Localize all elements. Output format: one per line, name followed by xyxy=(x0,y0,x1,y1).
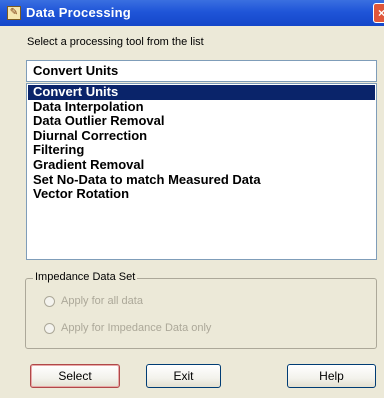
radio-label: Apply for all data xyxy=(61,295,143,307)
groupbox-legend: Impedance Data Set xyxy=(33,271,138,283)
list-item[interactable]: Convert Units xyxy=(28,84,375,100)
title-bar: ✎ Data Processing × xyxy=(0,0,384,26)
list-item[interactable]: Vector Rotation xyxy=(28,187,375,202)
list-item[interactable]: Set No-Data to match Measured Data xyxy=(28,172,375,188)
help-button[interactable]: Help xyxy=(287,364,376,388)
radio-apply-all[interactable]: Apply for all data xyxy=(44,295,143,307)
instruction-label: Select a processing tool from the list xyxy=(27,36,204,48)
radio-button-icon[interactable] xyxy=(44,295,55,307)
list-item[interactable]: Data Outlier Removal xyxy=(28,114,375,129)
select-button[interactable]: Select xyxy=(30,364,120,388)
radio-apply-impedance[interactable]: Apply for Impedance Data only xyxy=(44,322,211,334)
radio-button-icon[interactable] xyxy=(44,322,55,334)
close-button[interactable]: × xyxy=(373,3,384,23)
list-item[interactable]: Diurnal Correction xyxy=(28,128,375,144)
radio-label: Apply for Impedance Data only xyxy=(61,322,212,334)
window-title: Data Processing xyxy=(26,5,131,20)
selected-tool-field: Convert Units xyxy=(26,60,377,82)
list-item[interactable]: Filtering xyxy=(28,143,375,158)
exit-button[interactable]: Exit xyxy=(146,364,221,388)
list-item[interactable]: Data Interpolation xyxy=(28,99,375,115)
app-icon: ✎ xyxy=(7,6,21,20)
list-item[interactable]: Gradient Removal xyxy=(28,157,375,173)
tool-listbox[interactable]: Convert Units Data Interpolation Data Ou… xyxy=(26,83,377,260)
impedance-groupbox: Impedance Data Set Apply for all data Ap… xyxy=(25,271,377,349)
